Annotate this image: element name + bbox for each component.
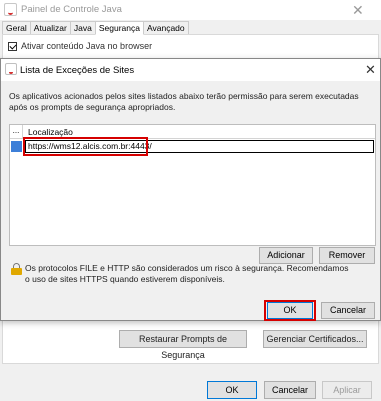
row-selection-marker[interactable] [11, 141, 22, 152]
footer-cancel-button[interactable]: Cancelar [264, 381, 316, 399]
dialog-cancel-button[interactable]: Cancelar [321, 302, 375, 319]
enable-java-checkbox[interactable] [8, 41, 17, 51]
security-warning-text: Os protocolos FILE e HTTP são considerad… [25, 263, 349, 284]
tab-avancado[interactable]: Avançado [142, 21, 189, 34]
add-button[interactable]: Adicionar [259, 247, 313, 264]
column-header-location[interactable]: Localização [28, 125, 73, 139]
tab-strip: Geral Atualizar Java Segurança Avançado [2, 21, 189, 35]
dialog-close-icon[interactable]: ✕ [365, 62, 376, 78]
lock-body [11, 268, 22, 275]
lock-warning-icon [11, 263, 22, 275]
dialog-description: Os aplicativos acionados pelos sites lis… [9, 91, 359, 112]
tab-java[interactable]: Java [69, 21, 96, 34]
tab-seguranca[interactable]: Segurança [94, 21, 144, 35]
list-header: ... Localização [10, 125, 375, 139]
dialog-title: Lista de Exceções de Sites [20, 65, 135, 76]
footer-apply-button[interactable]: Aplicar [322, 381, 372, 399]
java-icon [5, 63, 17, 75]
dialog-ok-button[interactable]: OK [267, 302, 313, 319]
window-close-icon[interactable]: ✕ [352, 2, 364, 19]
enable-java-option[interactable]: Ativar conteúdo Java no browser [8, 41, 152, 51]
remove-button[interactable]: Remover [319, 247, 375, 264]
location-input[interactable]: https://wms12.alcis.com.br:4443/ [25, 140, 374, 153]
tab-atualizar[interactable]: Atualizar [29, 21, 71, 34]
dialog-titlebar: Lista de Exceções de Sites ✕ [1, 59, 380, 81]
window-title: Painel de Controle Java [21, 4, 122, 15]
manage-certificates-button[interactable]: Gerenciar Certificados... [263, 330, 367, 348]
site-exception-list: ... Localização https://wms12.alcis.com.… [9, 124, 376, 246]
site-exception-list-dialog: Lista de Exceções de Sites ✕ Os aplicati… [0, 58, 381, 321]
restore-prompts-button[interactable]: Restaurar Prompts de Segurança [119, 330, 247, 360]
enable-java-label: Ativar conteúdo Java no browser [21, 41, 153, 51]
tab-geral[interactable]: Geral [2, 21, 31, 34]
window-titlebar: Painel de Controle Java ✕ [0, 0, 381, 20]
java-icon [4, 3, 17, 16]
footer-ok-button[interactable]: OK [207, 381, 257, 399]
column-header-select[interactable]: ... [10, 125, 23, 139]
